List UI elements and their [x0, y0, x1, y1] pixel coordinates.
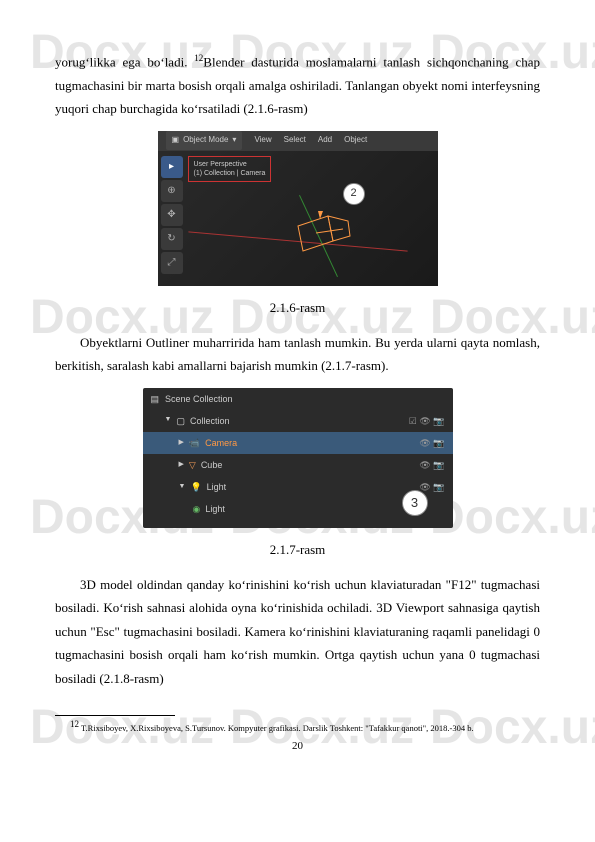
callout-marker-2: 2 — [343, 183, 365, 205]
footnote-separator — [55, 715, 175, 716]
outliner-camera: ▶ 📹 Camera 👁 📷 — [143, 432, 453, 454]
menu-object: Object — [344, 133, 367, 147]
screenshot-blender-outliner: ▤ Scene Collection ▼ ▢ Collection ☑ 👁 📷 … — [143, 388, 453, 528]
paragraph-3: 3D model oldindan qanday koʻrinishini ko… — [55, 573, 540, 690]
footnote-number: 12 — [70, 719, 79, 729]
rotate-tool-icon: ↻ — [161, 228, 183, 250]
collection-icon: ▢ — [176, 413, 185, 429]
scale-tool-icon: ⤢ — [161, 252, 183, 274]
chevron-down-icon: ▾ — [232, 133, 236, 147]
expand-icon: ▶ — [179, 459, 184, 472]
light-label: Light — [207, 479, 227, 495]
outliner-cube: ▶ ▽ Cube 👁 📷 — [143, 454, 453, 476]
page-number: 20 — [55, 737, 540, 757]
footnote-text: 12 T.Rixsiboyev, X.Rixsiboyeva, S.Tursun… — [55, 719, 540, 734]
callout-marker-3: 3 — [402, 490, 428, 516]
select-tool-icon: ▸ — [161, 156, 183, 178]
expand-icon: ▼ — [179, 481, 186, 494]
footnote-ref: 12 — [194, 53, 203, 63]
menu-view: View — [254, 133, 271, 147]
screenshot-blender-viewport: ▣ Object Mode ▾ View Select Add Object ▸… — [158, 131, 438, 286]
menu-select: Select — [284, 133, 306, 147]
blender-toolbar: ▣ Object Mode ▾ View Select Add Object — [158, 131, 438, 151]
mode-label: Object Mode — [183, 133, 228, 147]
visibility-icons: ☑ 👁 📷 — [409, 413, 445, 429]
visibility-icons: 👁 📷 — [419, 457, 444, 473]
selection-overlay: User Perspective (1) Collection | Camera — [188, 156, 272, 182]
overlay-line1: User Perspective — [194, 160, 266, 169]
camera-label: Camera — [205, 435, 237, 451]
cube-icon: ▣ — [172, 133, 180, 147]
light-data-label: Light — [205, 501, 225, 517]
expand-icon: ▼ — [165, 414, 172, 427]
overlay-line2: (1) Collection | Camera — [194, 169, 266, 178]
cube-label: Cube — [201, 457, 223, 473]
mode-dropdown: ▣ Object Mode ▾ — [166, 131, 243, 149]
mesh-icon: ▽ — [189, 457, 196, 473]
scene-label: Scene Collection — [165, 391, 233, 407]
paragraph-2: Obyektlarni Outliner muharririda ham tan… — [55, 331, 540, 378]
caption-1: 2.1.6-rasm — [55, 296, 540, 319]
move-tool-icon: ✥ — [161, 204, 183, 226]
tool-sidebar: ▸ ⊕ ✥ ↻ ⤢ — [161, 156, 183, 274]
footnote-body: T.Rixsiboyev, X.Rixsiboyeva, S.Tursunov.… — [79, 723, 474, 733]
expand-icon: ▶ — [179, 437, 184, 450]
caption-2: 2.1.7-rasm — [55, 538, 540, 561]
outliner-header: ▤ Scene Collection — [143, 388, 453, 410]
camera-object-icon — [288, 211, 358, 261]
scene-icon: ▤ — [151, 391, 160, 407]
visibility-icons: 👁 📷 — [419, 435, 444, 451]
para1-text-a: yorugʻlikka ega boʻladi. — [55, 54, 194, 69]
camera-icon: 📹 — [189, 435, 200, 451]
page-content: yorugʻlikka ega boʻladi. 12Blender dastu… — [0, 0, 595, 777]
viewport-3d: ▸ ⊕ ✥ ↻ ⤢ User Perspective (1) Collectio… — [158, 151, 438, 286]
cursor-tool-icon: ⊕ — [161, 180, 183, 202]
paragraph-1: yorugʻlikka ega boʻladi. 12Blender dastu… — [55, 50, 540, 121]
light-data-icon: ◉ — [193, 501, 201, 517]
collection-label: Collection — [190, 413, 230, 429]
light-icon: 💡 — [190, 479, 201, 495]
outliner-collection: ▼ ▢ Collection ☑ 👁 📷 — [143, 410, 453, 432]
menu-add: Add — [318, 133, 332, 147]
